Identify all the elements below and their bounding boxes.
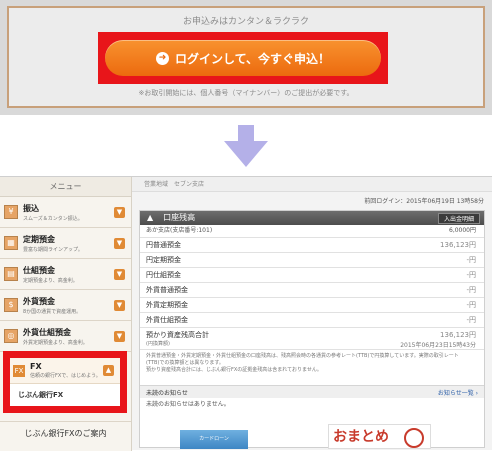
chevron-down-icon[interactable]: ▼ bbox=[114, 237, 125, 249]
notice-heading: 未読のお知らせ bbox=[146, 389, 188, 397]
balance-row: 外貨普通預金 -円 bbox=[140, 282, 484, 297]
balance-row: 円定期預金 -円 bbox=[140, 252, 484, 267]
chevron-up-icon[interactable]: ▲ bbox=[103, 365, 114, 376]
promo-banner-left[interactable]: カードローン bbox=[180, 430, 248, 449]
sidebar-item-subtitle: 定期預金より、高金利。 bbox=[23, 277, 78, 284]
sidebar-item-transfer[interactable]: ¥ 振込 スムーズ＆カンタン振込。 ▼ bbox=[0, 197, 131, 228]
balance-row: 円仕組預金 -円 bbox=[140, 267, 484, 282]
total-timestamp: 2015年06月23日15時43分 bbox=[400, 342, 476, 349]
balance-label: 外貨定期預金 bbox=[146, 301, 188, 309]
fx-guide-link[interactable]: じぶん銀行FXのご案内 bbox=[0, 421, 131, 445]
sidebar-item-fx[interactable]: FX FX 信頼の銀行FXで、はじめよう。 ▲ bbox=[10, 358, 120, 384]
sidebar-item-subtitle: スムーズ＆カンタン振込。 bbox=[23, 215, 83, 222]
calendar-icon: ▦ bbox=[4, 236, 18, 250]
branch-label: あか支店(支店番号:101) bbox=[146, 227, 213, 234]
balance-label: 円普通預金 bbox=[146, 241, 181, 249]
fx-subtitle: 信頼の銀行FXで、はじめよう。 bbox=[30, 373, 101, 379]
coins-icon: ◎ bbox=[4, 329, 18, 343]
fx-icon: FX bbox=[13, 364, 25, 377]
banner-tagline: お申込みはカンタン＆ラクラク bbox=[182, 17, 309, 27]
chevron-down-icon[interactable]: ▼ bbox=[114, 268, 125, 280]
balance-row: 外貨仕組預金 -円 bbox=[140, 312, 484, 327]
balance-label: 外貨普通預金 bbox=[146, 286, 188, 294]
sidebar-item-subtitle: 外貨定期預金より、高金利。 bbox=[23, 339, 88, 346]
balance-amount: -円 bbox=[466, 286, 476, 294]
note-line: 預かり資産残高合計には、じぶん銀行FXの証拠金残高は含まれておりません。 bbox=[146, 367, 322, 373]
sidebar-item-foreign-structured[interactable]: ◎ 外貨仕組預金 外貨定期預金より、高金利。 ▼ bbox=[0, 321, 131, 352]
menu-header: メニュー bbox=[0, 177, 131, 197]
chevron-down-icon[interactable]: ▼ bbox=[114, 330, 125, 342]
branch-row: あか支店(支店番号:101) 6,0000円 bbox=[140, 225, 484, 237]
login-highlight-frame: ➜ ログインして、今すぐ申込！ bbox=[98, 32, 388, 84]
login-button-label: ログインして、今すぐ申込！ bbox=[174, 51, 331, 66]
notice-body: 未読のお知らせはありません。 bbox=[146, 401, 230, 408]
total-label: 預かり資産残高合計 bbox=[146, 331, 209, 339]
breadcrumb: 営業地域 セブン支店 bbox=[132, 177, 492, 192]
balance-amount: 136,123円 bbox=[440, 241, 476, 249]
panel-title: 口座残高 bbox=[163, 213, 196, 222]
notice-header: 未読のお知らせ お知らせ一覧 › bbox=[140, 385, 484, 398]
branch-value: 6,0000円 bbox=[449, 227, 476, 234]
chart-icon: ▤ bbox=[4, 267, 18, 281]
notice-list-link[interactable]: お知らせ一覧 › bbox=[438, 388, 478, 397]
fx-submenu-link[interactable]: じぶん銀行FX bbox=[10, 384, 120, 406]
sidebar-item-title: 外貨預金 bbox=[23, 296, 55, 306]
fx-highlight-frame: FX FX 信頼の銀行FXで、はじめよう。 ▲ じぶん銀行FX bbox=[3, 351, 127, 413]
badge-icon bbox=[404, 428, 424, 448]
sidebar-item-title: 外貨仕組預金 bbox=[23, 327, 71, 337]
promo-banner-text: おまとめ bbox=[333, 429, 389, 445]
sidebar-item-structured-deposit[interactable]: ▤ 仕組預金 定期預金より、高金利。 ▼ bbox=[0, 259, 131, 290]
balance-label: 外貨仕組預金 bbox=[146, 316, 188, 324]
transfer-icon: ¥ bbox=[4, 205, 18, 219]
collapse-icon[interactable]: ▲ bbox=[147, 211, 153, 225]
banking-app: メニュー ¥ 振込 スムーズ＆カンタン振込。 ▼ ▦ 定期預金 豊富な期間ライン… bbox=[0, 176, 492, 451]
balance-row: 円普通預金 136,123円 bbox=[140, 237, 484, 252]
balance-panel: ▲ 口座残高 入出金明細 あか支店(支店番号:101) 6,0000円 円普通預… bbox=[139, 210, 485, 449]
fx-menu-group: FX FX 信頼の銀行FXで、はじめよう。 ▲ じぶん銀行FX bbox=[10, 358, 120, 406]
balance-notes: 外貨普通預金・外貨定期預金・外貨仕組預金の口座残高は、残高照会時の各通貨の参考レ… bbox=[140, 349, 484, 385]
sidebar-item-foreign-deposit[interactable]: $ 外貨預金 8か国の通貨で資産運用。 ▼ bbox=[0, 290, 131, 321]
note-line: (TTB)での換算額とは異なります。 bbox=[146, 360, 224, 366]
transaction-history-button[interactable]: 入出金明細 bbox=[437, 212, 480, 224]
balance-amount: -円 bbox=[466, 256, 476, 264]
main-content: 営業地域 セブン支店 前回ログイン：2015年06月19日 13時58分 ▲ 口… bbox=[132, 177, 492, 451]
arrow-right-circle-icon: ➜ bbox=[155, 51, 169, 65]
total-amount: 136,123円 bbox=[440, 331, 476, 339]
login-apply-button[interactable]: ➜ ログインして、今すぐ申込！ bbox=[105, 40, 381, 76]
balance-row: 外貨定期預金 -円 bbox=[140, 297, 484, 312]
panel-header: ▲ 口座残高 入出金明細 bbox=[140, 211, 484, 225]
currency-icon: $ bbox=[4, 298, 18, 312]
promo-banner-right[interactable]: おまとめ bbox=[328, 424, 431, 449]
chevron-down-icon[interactable]: ▼ bbox=[114, 299, 125, 311]
down-arrow-icon bbox=[224, 125, 268, 167]
balance-label: 円仕組預金 bbox=[146, 271, 181, 279]
balance-amount: -円 bbox=[466, 271, 476, 279]
last-login: 前回ログイン：2015年06月19日 13時58分 bbox=[364, 198, 484, 205]
fx-title: FX bbox=[30, 362, 42, 371]
sidebar-item-title: 定期預金 bbox=[23, 234, 55, 244]
balance-amount: -円 bbox=[466, 301, 476, 309]
balance-amount: -円 bbox=[466, 316, 476, 324]
sidebar-item-subtitle: 8か国の通貨で資産運用。 bbox=[23, 308, 82, 315]
sidebar-item-title: 仕組預金 bbox=[23, 265, 55, 275]
sidebar-item-time-deposit[interactable]: ▦ 定期預金 豊富な期間ラインアップ。 ▼ bbox=[0, 228, 131, 259]
total-row: 預かり資産残高合計 (円換算額) 136,123円 2015年06月23日15時… bbox=[140, 327, 484, 349]
sidebar-menu: メニュー ¥ 振込 スムーズ＆カンタン振込。 ▼ ▦ 定期預金 豊富な期間ライン… bbox=[0, 177, 132, 451]
chevron-down-icon[interactable]: ▼ bbox=[114, 206, 125, 218]
sidebar-item-title: 振込 bbox=[23, 203, 39, 213]
banner-note: ※お取引開始には、個人番号（マイナンバー）のご提出が必要です。 bbox=[138, 89, 354, 97]
sidebar-item-subtitle: 豊富な期間ラインアップ。 bbox=[23, 246, 83, 253]
note-line: 外貨普通預金・外貨定期預金・外貨仕組預金の口座残高は、残高照会時の各通貨の参考レ… bbox=[146, 353, 459, 359]
balance-label: 円定期預金 bbox=[146, 256, 181, 264]
signup-banner: お申込みはカンタン＆ラクラク ➜ ログインして、今すぐ申込！ ※お取引開始には、… bbox=[0, 0, 492, 115]
